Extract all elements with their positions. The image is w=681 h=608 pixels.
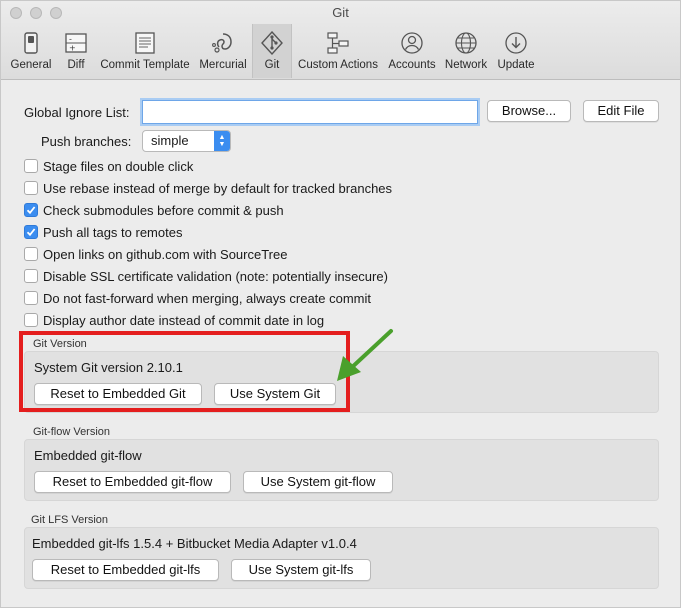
tab-update[interactable]: Update: [494, 24, 538, 78]
use-system-gitflow-button[interactable]: Use System git-flow: [243, 471, 393, 493]
download-icon: [505, 30, 527, 56]
global-ignore-input[interactable]: [142, 100, 478, 124]
option-no-fast-forward[interactable]: Do not fast-forward when merging, always…: [24, 290, 371, 306]
option-label: Check submodules before commit & push: [43, 202, 284, 218]
gitflow-version-status: Embedded git-flow: [34, 448, 142, 463]
push-branches-value: simple: [151, 133, 189, 148]
checkmark-icon: [26, 206, 36, 215]
gitlfs-version-status: Embedded git-lfs 1.5.4 + Bitbucket Media…: [32, 536, 357, 551]
tab-commit-template-label: Commit Template: [100, 59, 190, 71]
push-branches-select[interactable]: simple ▲ ▼: [142, 130, 231, 152]
reset-embedded-gitlfs-button[interactable]: Reset to Embedded git-lfs: [32, 559, 219, 581]
checkmark-icon: [26, 228, 36, 237]
browse-button[interactable]: Browse...: [487, 100, 571, 122]
annotation-arrow-icon: [337, 329, 393, 381]
svg-text:+: +: [69, 44, 76, 53]
gitflow-version-title: Git-flow Version: [33, 426, 111, 438]
option-label: Display author date instead of commit da…: [43, 312, 325, 328]
option-use-rebase[interactable]: Use rebase instead of merge by default f…: [24, 180, 392, 196]
diff-icon: - +: [65, 30, 87, 56]
chevron-up-down-icon: ▲ ▼: [214, 131, 230, 151]
push-branches-label: Push branches:: [41, 134, 132, 149]
switch-icon: [23, 30, 39, 56]
mercurial-icon: [211, 30, 235, 56]
tab-mercurial-label: Mercurial: [199, 59, 247, 71]
flowchart-icon: [326, 30, 350, 56]
person-icon: [401, 30, 423, 56]
checkbox[interactable]: [24, 181, 38, 195]
tab-accounts-label: Accounts: [388, 59, 436, 71]
tab-git[interactable]: Git: [252, 24, 292, 78]
tab-commit-template[interactable]: Commit Template: [98, 24, 192, 78]
checkbox[interactable]: [24, 313, 38, 327]
tab-general[interactable]: General: [6, 24, 56, 78]
option-label: Push all tags to remotes: [43, 224, 183, 240]
checkbox[interactable]: [24, 269, 38, 283]
checkbox[interactable]: [24, 247, 38, 261]
option-push-all-tags[interactable]: Push all tags to remotes: [24, 224, 182, 240]
preferences-window: Git General - + Diff Commit Template Mer…: [0, 0, 681, 608]
tab-network-label: Network: [444, 59, 488, 71]
tab-mercurial[interactable]: Mercurial: [197, 24, 249, 78]
option-label: Use rebase instead of merge by default f…: [43, 180, 393, 196]
gitlfs-version-title: Git LFS Version: [31, 514, 109, 526]
tab-accounts[interactable]: Accounts: [386, 24, 438, 78]
checkbox[interactable]: [24, 291, 38, 305]
option-label: Stage files on double click: [43, 158, 194, 174]
edit-file-button[interactable]: Edit File: [583, 100, 659, 122]
checkbox[interactable]: [24, 159, 38, 173]
option-author-date[interactable]: Display author date instead of commit da…: [24, 312, 324, 328]
use-system-gitlfs-button[interactable]: Use System git-lfs: [231, 559, 371, 581]
tab-update-label: Update: [497, 59, 535, 71]
tab-git-label: Git: [264, 59, 280, 71]
tab-diff[interactable]: - + Diff: [60, 24, 92, 78]
tab-custom-actions[interactable]: Custom Actions: [295, 24, 381, 78]
document-icon: [135, 30, 155, 56]
toolbar: Git General - + Diff Commit Template Mer…: [1, 1, 680, 80]
reset-embedded-gitflow-button[interactable]: Reset to Embedded git-flow: [34, 471, 231, 493]
globe-icon: [455, 30, 477, 56]
svg-text:-: -: [69, 35, 72, 44]
checkbox-checked[interactable]: [24, 225, 38, 239]
option-label: Do not fast-forward when merging, always…: [43, 290, 372, 306]
checkbox-checked[interactable]: [24, 203, 38, 217]
option-disable-ssl[interactable]: Disable SSL certificate validation (note…: [24, 268, 388, 284]
option-open-github-links[interactable]: Open links on github.com with SourceTree: [24, 246, 287, 262]
tab-diff-label: Diff: [67, 59, 85, 71]
option-label: Open links on github.com with SourceTree: [43, 246, 288, 262]
git-icon: [261, 30, 283, 56]
global-ignore-label: Global Ignore List:: [24, 105, 130, 120]
window-title: Git: [332, 5, 349, 20]
option-check-submodules[interactable]: Check submodules before commit & push: [24, 202, 284, 218]
option-stage-double-click[interactable]: Stage files on double click: [24, 158, 193, 174]
option-label: Disable SSL certificate validation (note…: [43, 268, 388, 284]
tab-network[interactable]: Network: [442, 24, 490, 78]
annotation-highlight-box: [19, 331, 350, 412]
tab-general-label: General: [10, 59, 52, 71]
tab-custom-actions-label: Custom Actions: [298, 59, 378, 71]
